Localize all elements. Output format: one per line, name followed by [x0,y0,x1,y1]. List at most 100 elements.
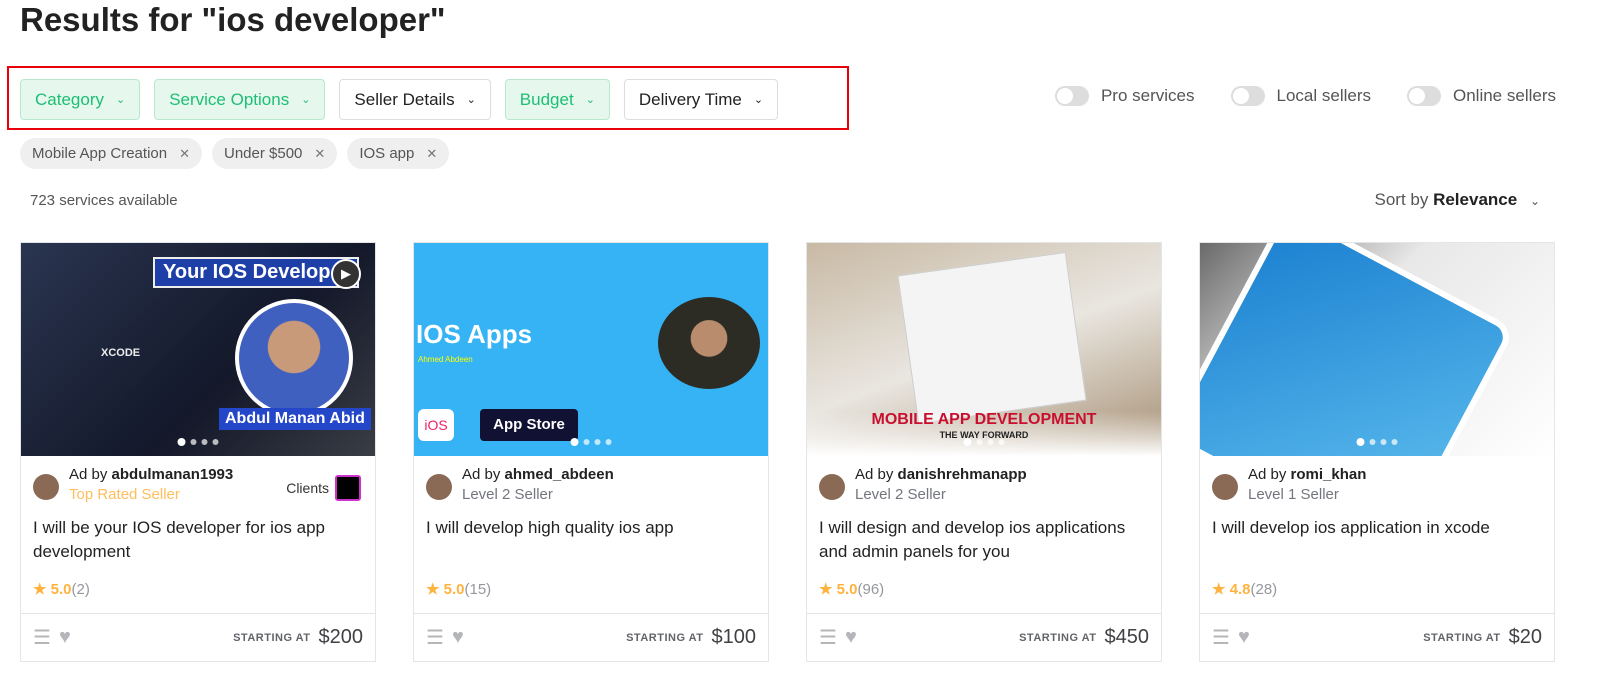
menu-icon[interactable]: ☰ [1212,625,1230,650]
toggle-label: Pro services [1100,86,1195,105]
heart-icon[interactable]: ♥ [452,626,464,649]
chevron-down-icon: ⌄ [1529,194,1540,208]
price-value: $450 [1104,626,1150,648]
gig-title[interactable]: I will be your IOS developer for ios app… [21,508,375,570]
review-count: (15) [464,581,492,598]
toggle-switch[interactable] [1407,86,1441,106]
menu-icon[interactable]: ☰ [819,625,837,650]
rating-value: 5.0 [443,581,465,598]
menu-icon[interactable]: ☰ [33,625,51,650]
toggle-switch[interactable] [1054,86,1089,106]
image-avatar [658,297,760,389]
seller-name[interactable]: ahmed_abdeen [505,466,614,483]
gig-card[interactable]: Ad by romi_khan Level 1 Seller I will de… [1199,242,1555,662]
star-icon: ★ [1212,581,1226,598]
filter-chip: Under $500 ✕ [212,138,338,169]
price-value: $100 [711,626,757,648]
filter-seller-details[interactable]: Seller Details ⌄ [339,79,491,120]
chevron-down-icon: ⌄ [753,94,764,106]
rating: ★ 4.8(28) [1200,570,1554,608]
gig-title[interactable]: I will design and develop ios applicatio… [807,508,1161,570]
carousel-dots[interactable] [570,438,612,446]
close-icon[interactable]: ✕ [426,146,437,162]
seller-level: Level 2 Seller [855,486,946,503]
ad-label: Ad by [1248,466,1287,483]
image-text: Ahmed Abdeen [418,355,473,364]
filter-bar: Category ⌄ Service Options ⌄ Seller Detail… [20,79,779,120]
menu-icon[interactable]: ☰ [426,625,444,650]
filter-category[interactable]: Category ⌄ [20,79,141,120]
sort-dropdown[interactable]: Sort by Relevance ⌄ [1374,190,1540,210]
price: STARTING AT $20 [1423,626,1542,649]
rating: ★ 5.0(15) [414,570,768,608]
starting-at-label: STARTING AT [233,631,311,644]
toggle-online-sellers[interactable]: Online sellers [1407,86,1556,106]
seller-name[interactable]: abdulmanan1993 [112,466,234,483]
toggle-switch[interactable] [1230,86,1265,106]
filter-budget[interactable]: Budget ⌄ [504,79,610,120]
rating-value: 5.0 [50,581,72,598]
price: STARTING AT $100 [626,626,756,649]
review-count: (96) [857,581,885,598]
heart-icon[interactable]: ♥ [59,626,71,649]
results-count: 723 services available [30,192,178,209]
rating-value: 5.0 [836,581,858,598]
price-value: $200 [318,626,364,648]
star-icon: ★ [819,581,833,598]
chip-label: IOS app [359,145,415,162]
seller-name[interactable]: romi_khan [1291,466,1367,483]
image-text: XCODE [101,347,141,359]
chevron-down-icon: ⌄ [466,94,476,106]
clients-badge: Clients [286,475,361,501]
filter-service-options[interactable]: Service Options ⌄ [154,79,326,120]
gig-image[interactable]: Your IOS Developer Abdul Manan Abid XCOD… [21,243,375,456]
close-icon[interactable]: ✕ [179,146,190,162]
chip-label: Under $500 [224,145,303,162]
filter-delivery-time[interactable]: Delivery Time ⌄ [623,79,779,120]
gig-image[interactable]: MOBILE APP DEVELOPMENT THE WAY FORWARD [807,243,1161,456]
toggle-label: Local sellers [1276,86,1372,105]
seller-avatar[interactable] [426,474,452,500]
rating: ★ 5.0(96) [807,570,1161,608]
seller-level: Level 1 Seller [1248,486,1339,503]
heart-icon[interactable]: ♥ [1238,626,1250,649]
gig-title[interactable]: I will develop high quality ios app [414,508,768,570]
starting-at-label: STARTING AT [626,631,704,644]
seller-avatar[interactable] [1212,474,1238,500]
close-icon[interactable]: ✕ [314,146,325,162]
gig-card[interactable]: IOS Apps Ahmed Abdeen iOS App Store Ad b… [413,242,769,662]
carousel-dots[interactable] [177,438,219,446]
image-text: MOBILE APP DEVELOPMENT [871,411,1097,428]
clients-label: Clients [286,480,329,496]
gig-image[interactable] [1200,243,1554,456]
seller-level: Level 2 Seller [462,486,553,503]
heart-icon[interactable]: ♥ [845,626,857,649]
seller-avatar[interactable] [33,474,59,500]
toggle-local-sellers[interactable]: Local sellers [1230,86,1372,106]
seller-avatar[interactable] [819,474,845,500]
image-text: Your IOS Developer [153,257,360,288]
gig-card[interactable]: MOBILE APP DEVELOPMENT THE WAY FORWARD A… [806,242,1162,662]
star-icon: ★ [426,581,440,598]
starting-at-label: STARTING AT [1019,631,1097,644]
carousel-dots[interactable] [963,438,1005,446]
image-text: iOS [418,409,454,441]
ad-label: Ad by [855,466,894,483]
image-text: IOS Apps [416,319,533,349]
ad-label: Ad by [69,466,108,483]
image-avatar [235,299,353,417]
seller-level: Top Rated Seller [69,486,180,503]
gig-title[interactable]: I will develop ios application in xcode [1200,508,1554,570]
sort-value: Relevance [1433,190,1518,209]
filter-label: Delivery Time [638,89,742,109]
filter-chip: Mobile App Creation ✕ [20,138,202,169]
page-title: Results for "ios developer" [20,1,446,38]
gig-card[interactable]: Your IOS Developer Abdul Manan Abid XCOD… [20,242,376,662]
gig-image[interactable]: IOS Apps Ahmed Abdeen iOS App Store [414,243,768,456]
carousel-dots[interactable] [1356,438,1398,446]
seller-name[interactable]: danishrehmanapp [898,466,1027,483]
play-icon[interactable]: ▶ [331,259,361,289]
chevron-down-icon: ⌄ [301,94,311,106]
review-count: (2) [71,581,90,598]
toggle-pro-services[interactable]: Pro services [1054,86,1195,106]
